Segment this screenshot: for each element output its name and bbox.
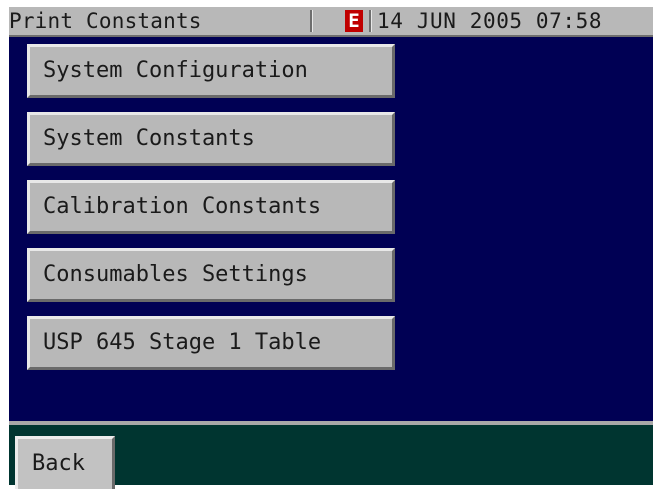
back-button[interactable]: Back [15, 436, 115, 489]
system-constants-button[interactable]: System Constants [27, 112, 395, 166]
device-screen: Print Constants E 14 JUN 2005 07:58 Syst… [9, 7, 653, 489]
footer-bar: Back [9, 421, 653, 489]
date-time-display: 14 JUN 2005 07:58 [377, 9, 603, 33]
error-indicator-badge[interactable]: E [345, 10, 363, 32]
calibration-constants-button[interactable]: Calibration Constants [27, 180, 395, 234]
page-title: Print Constants [9, 9, 202, 33]
system-configuration-button[interactable]: System Configuration [27, 44, 395, 98]
title-bar: Print Constants E 14 JUN 2005 07:58 [9, 7, 653, 37]
title-divider [369, 10, 372, 32]
menu-panel: System Configuration System Constants Ca… [9, 37, 653, 421]
consumables-settings-button[interactable]: Consumables Settings [27, 248, 395, 302]
usp-645-stage-1-table-button[interactable]: USP 645 Stage 1 Table [27, 316, 395, 370]
title-divider [310, 10, 313, 32]
